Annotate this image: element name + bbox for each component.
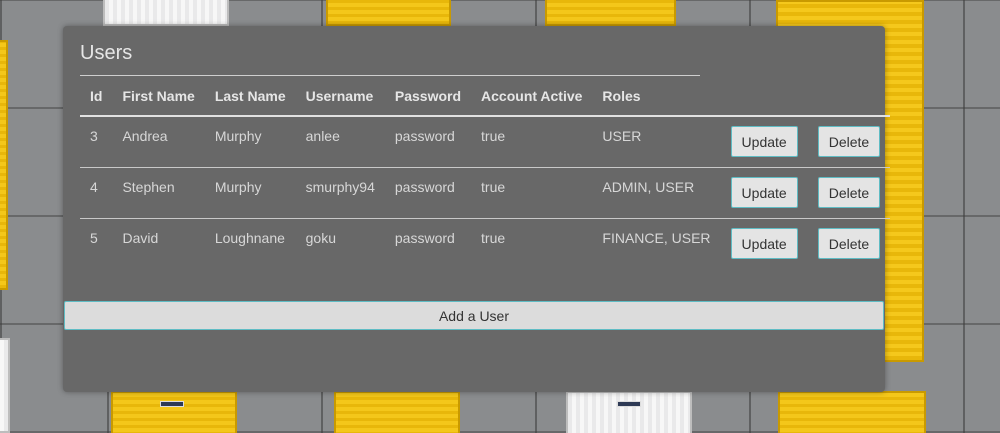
cell-username: smurphy94	[295, 161, 385, 213]
container-slot	[617, 401, 641, 407]
cell-delete: Delete	[807, 116, 891, 168]
delete-button[interactable]: Delete	[817, 177, 881, 208]
cell-first-name: Stephen	[112, 161, 205, 213]
cell-delete: Delete	[807, 167, 891, 219]
cell-last-name: Murphy	[204, 110, 296, 162]
yellow-container	[778, 391, 926, 433]
cell-roles: FINANCE, USER	[602, 229, 711, 246]
cell-password: password	[384, 110, 472, 162]
add-user-button[interactable]: Add a User	[64, 301, 884, 330]
cell-update: Update	[720, 167, 808, 219]
users-panel: Users Id First Name Last Name Username P…	[63, 26, 891, 392]
cell-roles: ADMIN, USER	[592, 161, 721, 213]
cell-id: 4	[80, 161, 113, 213]
update-button[interactable]: Update	[730, 228, 798, 260]
column-header-delete	[807, 76, 891, 117]
white-container	[103, 0, 229, 26]
cell-last-name: Murphy	[204, 161, 296, 213]
cell-update: Update	[720, 116, 808, 168]
users-table: Id First Name Last Name Username Passwor…	[80, 76, 891, 269]
container-slot	[160, 401, 184, 407]
update-button[interactable]: Update	[730, 177, 798, 208]
cell-update: Update	[721, 218, 808, 269]
cell-first-name: David	[122, 229, 159, 246]
cell-id: 3	[80, 110, 113, 162]
delete-button[interactable]: Delete	[817, 126, 881, 158]
update-button[interactable]: Update	[730, 126, 798, 158]
white-container	[0, 338, 10, 433]
yellow-container	[0, 40, 8, 290]
page-title: Users	[80, 42, 133, 64]
cell-last-name: Loughnane	[214, 229, 285, 246]
cell-username: anlee	[295, 110, 385, 162]
yellow-container	[326, 0, 451, 26]
cell-password: password	[384, 161, 472, 213]
yellow-container	[545, 0, 676, 26]
cell-username: goku	[305, 229, 336, 246]
table-row: 5 David Loughnane goku password true FIN…	[80, 218, 890, 269]
white-container	[566, 391, 692, 433]
cell-delete: Delete	[808, 218, 890, 269]
table-row: 4 Stephen Murphy smurphy94 password true…	[80, 161, 891, 219]
delete-button[interactable]: Delete	[817, 228, 881, 260]
yellow-container	[334, 391, 460, 433]
cell-account-active: true	[471, 110, 593, 162]
cell-id: 5	[90, 229, 98, 246]
cell-roles: USER	[592, 110, 721, 162]
cell-password: password	[394, 229, 455, 246]
cell-account-active: true	[471, 161, 593, 213]
yellow-container	[111, 391, 237, 433]
table-row: 3 Andrea Murphy anlee password true USER…	[80, 110, 891, 168]
cell-account-active: true	[481, 229, 506, 246]
column-header-update	[720, 76, 808, 117]
cell-first-name: Andrea	[112, 110, 205, 162]
